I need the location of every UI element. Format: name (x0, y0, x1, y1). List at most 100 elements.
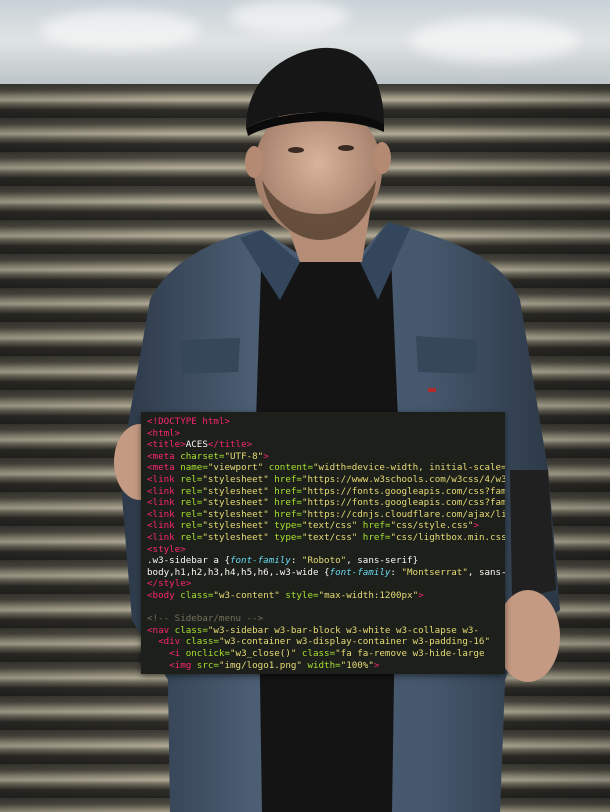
code-token: width= (307, 659, 341, 671)
code-token: rel= (180, 508, 203, 520)
code-token: class= (185, 636, 219, 648)
code-token: href= (362, 532, 391, 543)
code-token: "w3-container w3-display-container w3-pa… (218, 636, 490, 648)
code-token: <div (147, 636, 186, 648)
code-line: <link rel="stylesheet" type="text/css" h… (147, 520, 479, 532)
code-token: <nav (147, 624, 175, 636)
code-token: : (290, 555, 302, 567)
code-token: href= (274, 474, 302, 485)
code-token: "https://cdnjs.cloudflare.com/ajax/lib (301, 508, 505, 520)
code-token: "stylesheet" (202, 508, 275, 520)
code-token: style= (285, 590, 319, 601)
code-token: charset= (180, 450, 225, 462)
code-token: href= (362, 520, 391, 532)
code-token: "css/lightbox.min.css" (390, 532, 505, 543)
code-token: "stylesheet" (202, 497, 275, 509)
code-token: "w3_close()" (230, 648, 302, 659)
code-token: "UTF-8" (224, 450, 264, 462)
code-token: font-family (229, 555, 291, 567)
code-token: "text/css" (301, 532, 363, 543)
code-token: <style> (147, 543, 186, 555)
code-line: <div class="w3-container w3-display-cont… (147, 636, 490, 648)
code-token: "https://fonts.googleapis.com/css?fam (301, 485, 505, 497)
code-token: > (418, 590, 424, 601)
person (114, 47, 560, 812)
code-token: "Montserrat" (401, 566, 468, 578)
code-token: class= (174, 624, 208, 636)
code-token: "w3-content" (213, 590, 286, 601)
code-token: src= (196, 659, 219, 671)
code-token: <!DOCTYPE html> (147, 416, 230, 427)
code-token: name= (180, 462, 208, 474)
code-token: font-family (329, 566, 391, 578)
code-token: <i (147, 648, 186, 659)
code-token: .w3-sidebar a { (147, 555, 230, 567)
code-line: .w3-sidebar a {font-family: "Roboto", sa… (147, 555, 418, 567)
code-token: "Roboto" (301, 555, 347, 567)
code-token: "https://www.w3schools.com/w3css/4/w3 (301, 474, 505, 485)
code-token: <link (147, 508, 181, 520)
code-token: rel= (180, 485, 203, 497)
code-token: "https://fonts.googleapis.com/css?fam (301, 497, 505, 509)
code-token: <link (147, 474, 181, 485)
code-line: <body class="w3-content" style="max-widt… (147, 590, 424, 602)
code-token: rel= (180, 532, 203, 543)
code-line: <!DOCTYPE html> (147, 416, 230, 428)
code-line: <link rel="stylesheet" href="https://www… (147, 474, 505, 486)
code-line: <title>ACES</title> (147, 439, 252, 451)
code-token: "stylesheet" (202, 520, 275, 532)
code-token: "img/logo1.png" (218, 659, 308, 671)
code-line: body,h1,h2,h3,h4,h5,h6,.w3-wide {font-fa… (147, 567, 505, 579)
code-token: "fa fa-remove w3-hide-large (335, 648, 485, 659)
code-token: <img (147, 659, 197, 671)
code-token: "viewport" (207, 462, 269, 474)
code-token: onclick= (185, 648, 230, 659)
code-printout-card: <!DOCTYPE html> <html> <title>ACES</title>… (141, 412, 505, 674)
code-token: <title> (147, 439, 186, 451)
code-token: "w3-sidebar w3-bar-block w3-white w3-col… (207, 624, 479, 636)
code-line: <img src="img/logo1.png" width="100%"> (147, 660, 379, 672)
code-token: rel= (180, 474, 203, 485)
code-token: > (263, 450, 269, 462)
code-token: <html> (147, 427, 181, 439)
code-token: "stylesheet" (202, 485, 275, 497)
code-token: class= (180, 590, 214, 601)
code-token: <meta (147, 450, 181, 462)
code-token: href= (274, 497, 302, 509)
code-line: <link rel="stylesheet" href="https://fon… (147, 486, 505, 498)
code-token: <link (147, 520, 181, 532)
code-token: "width=device-width, initial-scale=1" (313, 462, 505, 474)
code-line: <meta charset="UTF-8"> (147, 451, 269, 463)
code-token: "stylesheet" (202, 474, 275, 485)
code-token: : (390, 566, 402, 578)
code-line: <html> (147, 428, 180, 440)
code-token: class= (301, 648, 336, 659)
code-line: <!-- Sidebar/menu --> (147, 613, 263, 625)
code-token: type= (274, 520, 302, 532)
code-token: , sans-s (467, 566, 505, 578)
code-token: <body (147, 590, 181, 601)
code-token: , sans-serif} (346, 555, 419, 567)
code-token: content= (268, 462, 313, 474)
code-token: "100%" (340, 659, 374, 671)
code-line: <link rel="stylesheet" type="text/css" h… (147, 532, 505, 544)
code-token: <!-- Sidebar/menu --> (147, 613, 264, 625)
right-hand (496, 590, 560, 682)
code-token: </style> (147, 578, 192, 590)
code-token: "css/style.css" (390, 520, 474, 532)
code-token: rel= (180, 497, 203, 509)
code-token: href= (274, 485, 302, 497)
code-token: "text/css" (301, 520, 363, 532)
code-token: <link (147, 485, 181, 497)
code-token: <meta (147, 462, 181, 474)
code-line: <meta name="viewport" content="width=dev… (147, 462, 505, 474)
code-token: > (473, 520, 479, 532)
code-token: <link (147, 497, 181, 509)
code-line: </style> (147, 578, 191, 590)
code-line: <nav class="w3-sidebar w3-bar-block w3-w… (147, 625, 479, 637)
code-token: href= (274, 508, 302, 520)
code-token: "stylesheet" (202, 532, 275, 543)
code-token: <link (147, 532, 181, 543)
code-line: <link rel="stylesheet" href="https://fon… (147, 497, 505, 509)
code-line: <style> (147, 544, 186, 556)
